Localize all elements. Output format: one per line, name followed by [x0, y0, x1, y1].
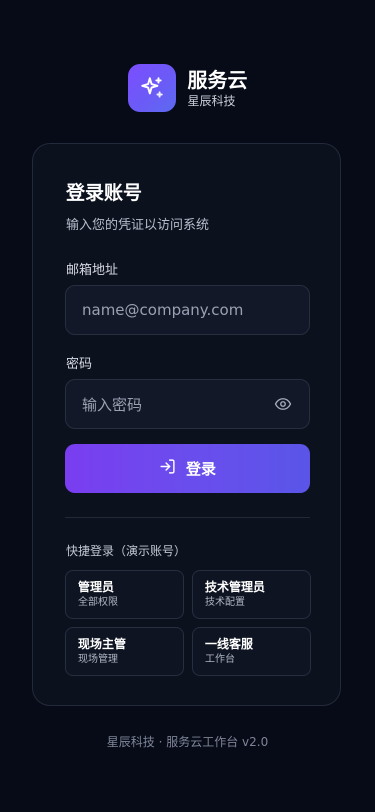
email-placeholder: name@company.com	[82, 301, 244, 319]
quick-login-admin[interactable]: 管理员 全部权限	[65, 570, 184, 619]
quick-login-name: 现场主管	[78, 637, 127, 651]
quick-login-title: 快捷登录（演示账号）	[66, 544, 187, 558]
password-label: 密码	[66, 357, 93, 372]
quick-login-desc: 工作台	[205, 654, 235, 665]
eye-icon[interactable]	[273, 394, 293, 414]
login-button-label: 登录	[185, 460, 216, 478]
login-title: 登录账号	[66, 182, 143, 204]
login-arrow-icon	[159, 458, 176, 479]
login-subtitle: 输入您的凭证以访问系统	[66, 218, 210, 233]
quick-login-desc: 技术配置	[205, 597, 245, 608]
brand-header: 服务云 星辰科技	[0, 64, 375, 112]
password-placeholder: 输入密码	[82, 395, 143, 414]
login-card: 登录账号 输入您的凭证以访问系统 邮箱地址 name@company.com 密…	[32, 143, 341, 706]
quick-login-grid: 管理员 全部权限 技术管理员 技术配置 现场主管 现场管理 一线客服 工作台	[65, 570, 311, 676]
quick-login-name: 管理员	[78, 580, 115, 594]
quick-login-frontline-agent[interactable]: 一线客服 工作台	[192, 627, 311, 676]
email-label: 邮箱地址	[66, 263, 119, 278]
quick-login-name: 一线客服	[205, 637, 254, 651]
login-button[interactable]: 登录	[65, 444, 310, 493]
email-field[interactable]: name@company.com	[65, 285, 310, 335]
quick-login-desc: 现场管理	[78, 654, 118, 665]
sparkles-icon	[127, 64, 176, 112]
brand-subtitle: 星辰科技	[187, 94, 236, 108]
footer-text: 星辰科技 · 服务云工作台 v2.0	[106, 735, 269, 749]
quick-login-desc: 全部权限	[78, 597, 118, 608]
password-field[interactable]: 输入密码	[65, 379, 310, 429]
divider	[65, 517, 310, 518]
quick-login-name: 技术管理员	[205, 580, 266, 594]
quick-login-tech-admin[interactable]: 技术管理员 技术配置	[192, 570, 311, 619]
brand-name: 服务云	[187, 68, 248, 92]
quick-login-site-supervisor[interactable]: 现场主管 现场管理	[65, 627, 184, 676]
